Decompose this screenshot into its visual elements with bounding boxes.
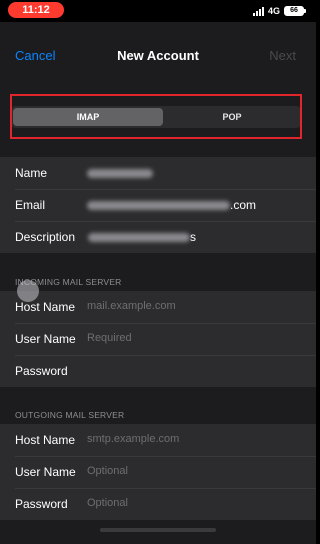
email-suffix: .com <box>230 198 257 212</box>
status-time: 11:12 <box>8 2 64 18</box>
outgoing-host-input[interactable]: smtp.example.com <box>87 433 179 445</box>
status-bar: 11:12 4G 66 <box>0 0 316 22</box>
status-indicators: 4G 66 <box>252 5 306 17</box>
email-field[interactable]: .com <box>87 198 256 212</box>
redacted-email <box>87 201 230 211</box>
outgoing-section-header: OUTGOING MAIL SERVER <box>15 410 125 420</box>
incoming-server-group: Host Name mail.example.com User Name Req… <box>0 291 316 387</box>
highlight-annotation <box>10 94 302 139</box>
redacted-name <box>87 169 153 179</box>
outgoing-password-input[interactable]: Optional <box>87 497 128 509</box>
outgoing-user-row[interactable]: User Name Optional <box>0 456 316 488</box>
incoming-password-label: Password <box>15 364 68 378</box>
description-row[interactable]: Description s <box>0 221 316 253</box>
battery-icon: 66 <box>284 6 306 16</box>
name-field[interactable] <box>87 166 153 180</box>
notch <box>78 0 238 18</box>
outgoing-user-input[interactable]: Optional <box>87 465 128 477</box>
redacted-description <box>88 233 190 243</box>
network-type: 4G <box>267 6 280 16</box>
incoming-host-row[interactable]: Host Name mail.example.com <box>0 291 316 323</box>
outgoing-host-label: Host Name <box>15 433 76 447</box>
home-indicator <box>100 528 216 532</box>
incoming-host-input[interactable]: mail.example.com <box>87 300 176 312</box>
description-field[interactable]: s <box>88 230 196 244</box>
outgoing-user-label: User Name <box>15 465 76 479</box>
email-row[interactable]: Email .com <box>0 189 316 221</box>
account-info-group: Name Email .com Description s <box>0 157 316 253</box>
name-row[interactable]: Name <box>0 157 316 189</box>
incoming-user-row[interactable]: User Name Required <box>0 323 316 355</box>
signal-icon <box>252 6 264 16</box>
incoming-user-label: User Name <box>15 332 76 346</box>
incoming-password-row[interactable]: Password <box>0 355 316 387</box>
description-suffix: s <box>190 230 196 244</box>
incoming-user-input[interactable]: Required <box>87 332 132 344</box>
outgoing-password-label: Password <box>15 497 68 511</box>
next-button[interactable]: Next <box>269 48 296 63</box>
nav-bar: Cancel New Account Next <box>0 36 316 76</box>
touch-indicator <box>17 280 39 302</box>
name-label: Name <box>15 166 48 180</box>
phone-screen: 11:12 4G 66 Cancel New Account Next IMAP… <box>0 0 316 544</box>
outgoing-host-row[interactable]: Host Name smtp.example.com <box>0 424 316 456</box>
outgoing-password-row[interactable]: Password Optional <box>0 488 316 520</box>
email-label: Email <box>15 198 46 212</box>
outgoing-server-group: Host Name smtp.example.com User Name Opt… <box>0 424 316 520</box>
incoming-host-label: Host Name <box>15 300 76 314</box>
description-label: Description <box>15 230 76 244</box>
